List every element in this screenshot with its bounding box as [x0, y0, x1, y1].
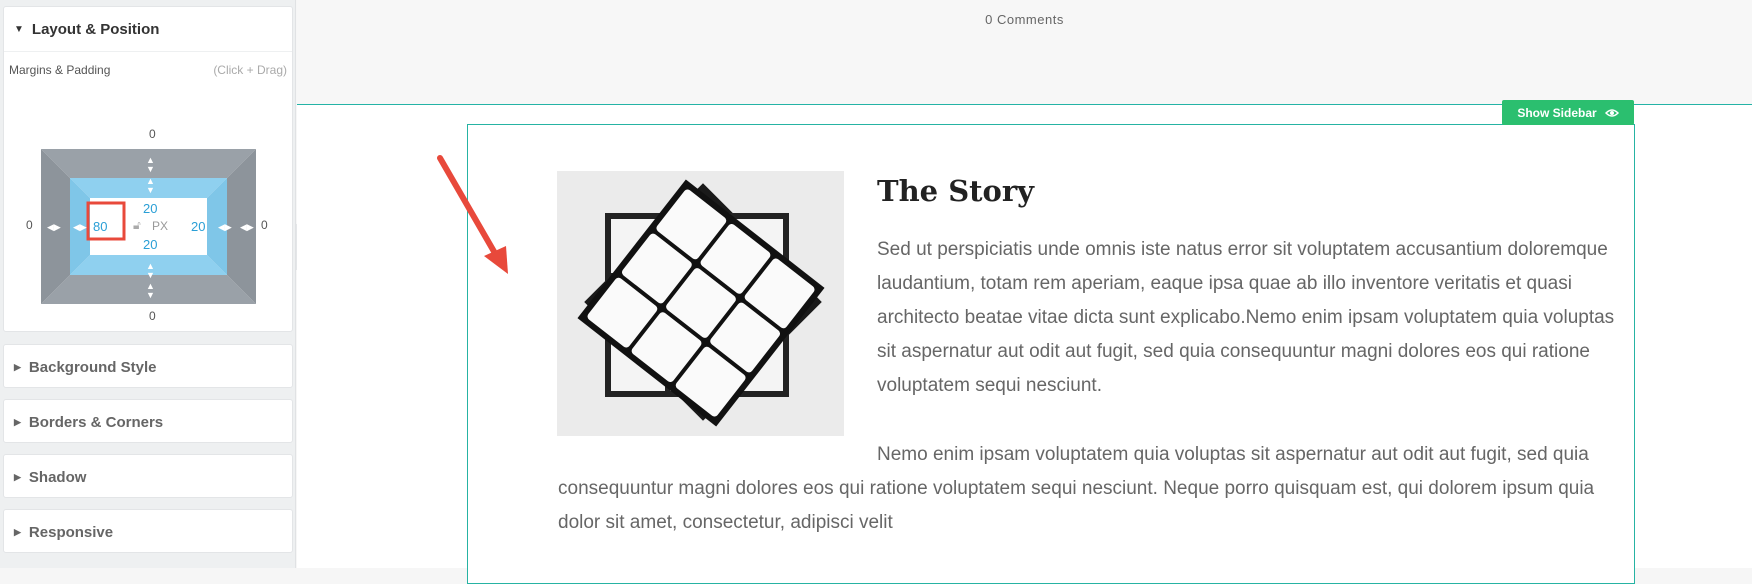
- story-paragraph-1[interactable]: Sed ut perspiciatis unde omnis iste natu…: [877, 233, 1617, 403]
- story-image[interactable]: [557, 171, 844, 436]
- layout-position-header[interactable]: ▼ Layout & Position: [4, 7, 292, 51]
- annotation-arrow: [437, 155, 508, 274]
- margin-top-value[interactable]: 0: [149, 127, 156, 141]
- lock-icon[interactable]: 🔓︎: [133, 218, 141, 233]
- shadow-title: Shadow: [28, 468, 87, 486]
- caret-right-icon: ▶: [14, 361, 21, 372]
- layout-position-panel: ▼ Layout & Position Margins & Padding (C…: [3, 6, 293, 332]
- drag-arrows-icon[interactable]: ◀▶: [47, 223, 61, 232]
- show-sidebar-label: Show Sidebar: [1517, 105, 1597, 120]
- margin-bottom-value[interactable]: 0: [149, 309, 156, 323]
- show-sidebar-button[interactable]: Show Sidebar: [1502, 100, 1634, 125]
- drag-arrows-icon[interactable]: ▲ ▼: [146, 282, 155, 300]
- margin-right-value[interactable]: 0: [261, 218, 268, 232]
- padding-right-value[interactable]: 20: [191, 219, 205, 234]
- box-model-editor: 0 0 0 0 20 20 80 20 🔓︎ PX ▲ ▼ ▲ ▼ ▲ ▼ ▲ ▼ ◀▶…: [4, 87, 292, 337]
- shadow-panel[interactable]: ▶ Shadow: [3, 454, 293, 498]
- drag-arrows-icon[interactable]: ▲ ▼: [146, 262, 155, 280]
- unit-label: PX: [152, 219, 169, 233]
- story-paragraph-2[interactable]: Nemo enim ipsam voluptatem quia voluptas…: [558, 438, 1618, 540]
- drag-arrows-icon[interactable]: ▲ ▼: [146, 177, 155, 195]
- caret-down-icon: ▼: [14, 23, 24, 35]
- drag-arrows-icon[interactable]: ▲ ▼: [146, 156, 155, 174]
- drag-arrows-icon[interactable]: ◀▶: [218, 223, 232, 232]
- responsive-title: Responsive: [28, 523, 114, 541]
- post-footer-area: 0 Comments: [297, 0, 1752, 104]
- caret-right-icon: ▶: [14, 416, 21, 427]
- caret-right-icon: ▶: [14, 526, 21, 537]
- click-drag-hint: (Click + Drag): [213, 62, 287, 77]
- margins-padding-subheader: Margins & Padding (Click + Drag): [4, 51, 292, 87]
- responsive-panel[interactable]: ▶ Responsive: [3, 509, 293, 553]
- padding-left-value[interactable]: 80: [93, 219, 107, 234]
- eye-icon: [1604, 108, 1619, 117]
- borders-corners-title: Borders & Corners: [28, 413, 164, 431]
- drag-arrows-icon[interactable]: ◀▶: [240, 223, 254, 232]
- caret-right-icon: ▶: [14, 471, 21, 482]
- borders-corners-panel[interactable]: ▶ Borders & Corners: [3, 399, 293, 443]
- padding-bottom-value[interactable]: 20: [143, 237, 157, 252]
- background-style-title: Background Style: [28, 358, 157, 376]
- drag-arrows-icon[interactable]: ◀▶: [73, 223, 87, 232]
- settings-sidebar: ▼ Layout & Position Margins & Padding (C…: [0, 0, 296, 568]
- story-title[interactable]: The Story: [877, 174, 1034, 208]
- comments-count[interactable]: 0 Comments: [297, 12, 1752, 27]
- rubiks-cube-image: [557, 171, 844, 436]
- margin-left-value[interactable]: 0: [26, 218, 33, 232]
- layout-position-title: Layout & Position: [31, 20, 160, 38]
- margins-padding-label: Margins & Padding: [9, 62, 111, 77]
- padding-top-value[interactable]: 20: [143, 201, 157, 216]
- background-style-panel[interactable]: ▶ Background Style: [3, 344, 293, 388]
